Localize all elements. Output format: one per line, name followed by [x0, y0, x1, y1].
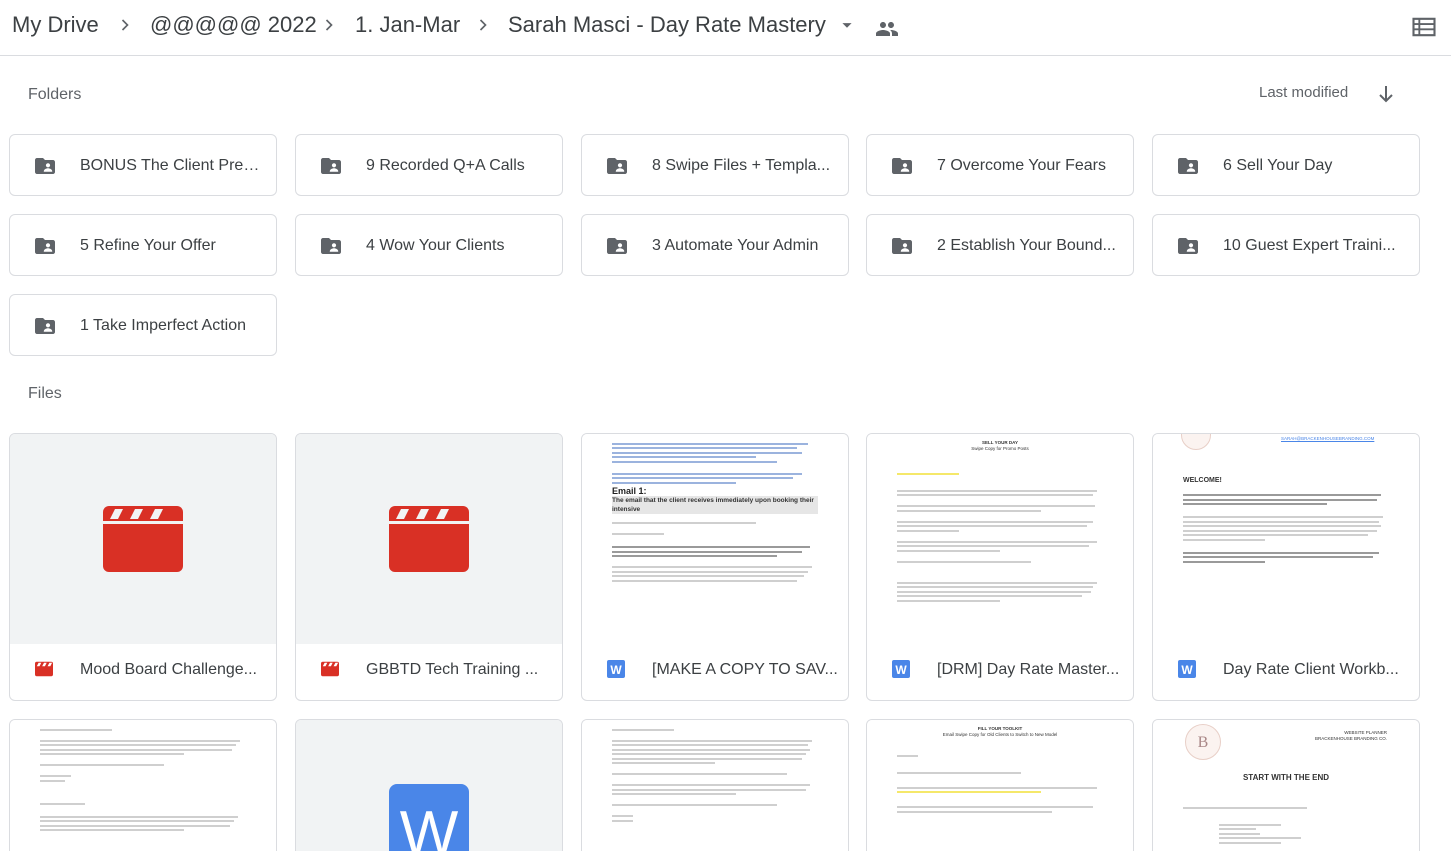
folder-card[interactable]: BONUS The Client Prep... — [9, 134, 277, 196]
file-card[interactable]: FILL YOUR TOOLKIT Email Swipe Copy for O… — [866, 719, 1134, 851]
arrow-drop-down-icon[interactable] — [836, 14, 858, 36]
shared-folder-icon — [607, 158, 627, 174]
doc-preview — [40, 726, 246, 834]
file-thumbnail — [10, 720, 276, 851]
breadcrumb-my-drive[interactable]: My Drive — [12, 11, 99, 39]
shared-folder-icon — [35, 158, 55, 174]
file-card[interactable] — [581, 719, 849, 851]
logo-image: B — [1185, 724, 1221, 760]
file-name: Day Rate Client Workb... — [1223, 661, 1399, 678]
file-card[interactable]: Email 1: The email that the client recei… — [581, 433, 849, 701]
folder-name: 6 Sell Your Day — [1223, 157, 1333, 174]
file-card[interactable]: B WEBSITE PLANNER BRACKENHOUSE BRANDING … — [1152, 719, 1420, 851]
file-thumbnail: SELL YOUR DAY Swipe Copy for Promo Posts — [867, 434, 1133, 644]
folder-card[interactable]: 9 Recorded Q+A Calls — [295, 134, 563, 196]
folder-name: 7 Overcome Your Fears — [937, 157, 1106, 174]
folder-card[interactable]: 10 Guest Expert Traini... — [1152, 214, 1420, 276]
shared-folder-icon — [321, 238, 341, 254]
breadcrumb-jan-mar[interactable]: 1. Jan-Mar — [355, 11, 460, 39]
sort-last-modified[interactable]: Last modified — [1259, 84, 1348, 101]
doc-heading: Email 1: — [612, 485, 647, 496]
folder-name: BONUS The Client Prep... — [80, 157, 264, 174]
video-icon — [321, 661, 339, 677]
shared-folder-icon — [607, 238, 627, 254]
chevron-right-icon — [115, 15, 135, 35]
folder-name: 2 Establish Your Bound... — [937, 237, 1116, 254]
shared-folder-icon — [892, 238, 912, 254]
people-icon[interactable] — [875, 17, 899, 41]
folder-name: 10 Guest Expert Traini... — [1223, 237, 1396, 254]
file-name: GBBTD Tech Training ... — [366, 661, 539, 678]
folder-name: 1 Take Imperfect Action — [80, 317, 247, 334]
video-clapper-icon — [103, 506, 183, 572]
folder-name: 4 Wow Your Clients — [366, 237, 505, 254]
svg-text:W: W — [895, 663, 907, 677]
logo-image — [1181, 434, 1211, 450]
doc-preview: FILL YOUR TOOLKIT Email Swipe Copy for O… — [897, 726, 1103, 815]
doc-preview: WELCOME! — [1183, 477, 1389, 565]
shared-folder-icon — [1178, 238, 1198, 254]
folder-card[interactable]: 7 Overcome Your Fears — [866, 134, 1134, 196]
file-card[interactable]: W — [295, 719, 563, 851]
word-doc-icon: W — [1178, 660, 1196, 678]
file-card[interactable]: SARAH@BRACKENHOUSEBRANDING.COM WELCOME! … — [1152, 433, 1420, 701]
file-card[interactable]: GBBTD Tech Training ... — [295, 433, 563, 701]
breadcrumb-current-folder[interactable]: Sarah Masci - Day Rate Mastery — [508, 11, 826, 39]
doc-preview — [1183, 804, 1389, 846]
svg-text:W: W — [1181, 663, 1193, 677]
folder-card[interactable]: 5 Refine Your Offer — [9, 214, 277, 276]
shared-folder-icon — [892, 158, 912, 174]
shared-folder-icon — [35, 318, 55, 334]
file-thumbnail: W — [296, 720, 562, 851]
folders-section-label: Folders — [28, 86, 82, 103]
doc-subheading: The email that the client receives immed… — [612, 495, 818, 514]
word-doc-icon: W — [389, 784, 469, 851]
chevron-right-icon — [473, 15, 493, 35]
doc-preview: Email 1: The email that the client recei… — [612, 440, 818, 584]
video-icon — [35, 661, 53, 677]
file-thumbnail: Email 1: The email that the client recei… — [582, 434, 848, 644]
svg-text:W: W — [400, 799, 459, 851]
folder-card[interactable]: 1 Take Imperfect Action — [9, 294, 277, 356]
arrow-down-icon[interactable] — [1374, 82, 1398, 106]
file-card[interactable]: Mood Board Challenge... — [9, 433, 277, 701]
file-thumbnail — [10, 434, 276, 644]
breadcrumb-bar: My Drive @@@@@ 2022 1. Jan-Mar Sarah Mas… — [0, 0, 1451, 56]
word-doc-icon: W — [892, 660, 910, 678]
folder-name: 8 Swipe Files + Templa... — [652, 157, 831, 174]
file-thumbnail: B WEBSITE PLANNER BRACKENHOUSE BRANDING … — [1153, 720, 1419, 851]
video-clapper-icon — [389, 506, 469, 572]
file-card[interactable] — [9, 719, 277, 851]
file-name: Mood Board Challenge... — [80, 661, 257, 678]
folder-card[interactable]: 4 Wow Your Clients — [295, 214, 563, 276]
folder-name: 9 Recorded Q+A Calls — [366, 157, 525, 174]
shared-folder-icon — [321, 158, 341, 174]
folder-card[interactable]: 6 Sell Your Day — [1152, 134, 1420, 196]
files-section-label: Files — [28, 385, 62, 402]
shared-folder-icon — [1178, 158, 1198, 174]
breadcrumb-2022[interactable]: @@@@@ 2022 — [150, 11, 317, 39]
folder-card[interactable]: 3 Automate Your Admin — [581, 214, 849, 276]
word-doc-icon: W — [607, 660, 625, 678]
doc-preview — [612, 726, 818, 824]
folder-card[interactable]: 8 Swipe Files + Templa... — [581, 134, 849, 196]
svg-text:W: W — [610, 663, 622, 677]
folder-name: 3 Automate Your Admin — [652, 237, 819, 254]
folder-card[interactable]: 2 Establish Your Bound... — [866, 214, 1134, 276]
file-name: [DRM] Day Rate Master... — [937, 661, 1120, 678]
file-thumbnail — [296, 434, 562, 644]
folder-name: 5 Refine Your Offer — [80, 237, 216, 254]
list-view-icon[interactable] — [1410, 13, 1438, 41]
chevron-right-icon — [319, 15, 339, 35]
file-name: [MAKE A COPY TO SAV... — [652, 661, 838, 678]
shared-folder-icon — [35, 238, 55, 254]
file-thumbnail: SARAH@BRACKENHOUSEBRANDING.COM WELCOME! — [1153, 434, 1419, 644]
file-card[interactable]: SELL YOUR DAY Swipe Copy for Promo Posts… — [866, 433, 1134, 701]
file-thumbnail: FILL YOUR TOOLKIT Email Swipe Copy for O… — [867, 720, 1133, 851]
doc-preview: SELL YOUR DAY Swipe Copy for Promo Posts — [897, 440, 1103, 604]
file-thumbnail — [582, 720, 848, 851]
